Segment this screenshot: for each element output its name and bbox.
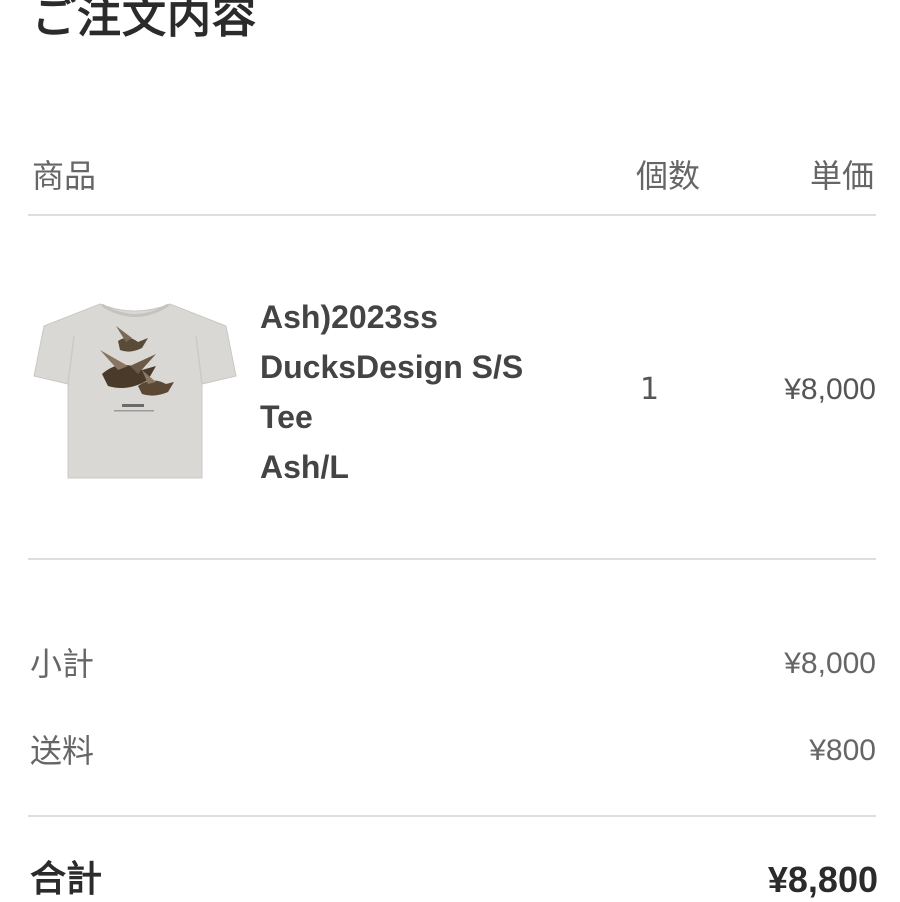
page-title: ご注文内容 bbox=[32, 0, 257, 43]
tshirt-ducks-image bbox=[33, 303, 237, 479]
product-name[interactable]: Ash)2023ss DucksDesign S/S Tee Ash/L bbox=[260, 292, 600, 492]
product-variant: Ash/L bbox=[260, 449, 349, 485]
subtotal-value: ¥8,000 bbox=[784, 647, 876, 680]
product-image[interactable] bbox=[30, 296, 240, 486]
product-name-line: DucksDesign S/S bbox=[260, 349, 524, 385]
total-label: 合計 bbox=[30, 859, 103, 900]
subtotal-label: 小計 bbox=[30, 645, 95, 683]
shipping-label: 送料 bbox=[30, 732, 95, 770]
header-divider bbox=[28, 214, 876, 216]
items-divider bbox=[28, 558, 876, 560]
shipping-value: ¥800 bbox=[809, 734, 876, 767]
summary-divider bbox=[28, 815, 876, 817]
column-header-unit-price: 単価 bbox=[809, 157, 874, 195]
item-quantity: 1 bbox=[640, 372, 660, 407]
product-name-line: Ash)2023ss bbox=[260, 299, 438, 335]
column-header-product: 商品 bbox=[32, 157, 97, 195]
total-value: ¥8,800 bbox=[767, 859, 878, 900]
item-unit-price: ¥8,000 bbox=[784, 373, 876, 406]
column-header-quantity: 個数 bbox=[636, 157, 701, 195]
product-name-line: Tee bbox=[260, 399, 313, 435]
